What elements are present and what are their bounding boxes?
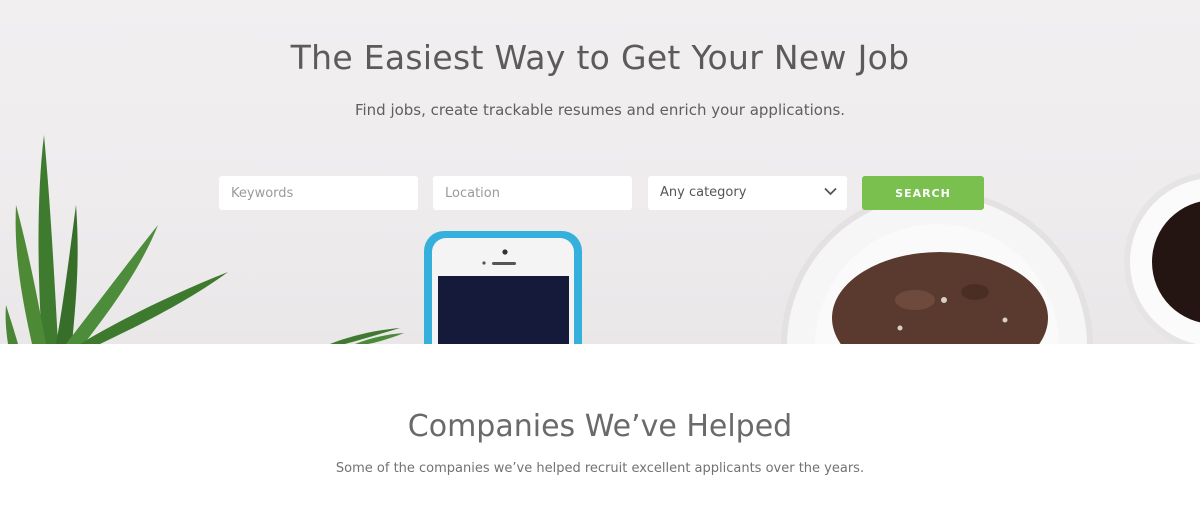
coffee-cup-image [1124, 173, 1200, 344]
companies-title: Companies We’ve Helped [407, 409, 793, 444]
location-field[interactable] [433, 176, 632, 210]
chevron-down-icon [824, 187, 837, 196]
category-select-value: Any category [660, 185, 747, 200]
hero-subtitle: Find jobs, create trackable resumes and … [354, 101, 846, 119]
hero-title: The Easiest Way to Get Your New Job [290, 38, 910, 77]
plant-image [5, 135, 404, 344]
category-select[interactable]: Any category [648, 176, 847, 210]
phone-image [424, 231, 582, 344]
search-button[interactable]: SEARCH [862, 176, 984, 210]
location-input[interactable] [445, 176, 620, 210]
cookie-plate-image [781, 190, 1093, 344]
companies-subtitle: Some of the companies we’ve helped recru… [335, 461, 865, 476]
keywords-field[interactable] [219, 176, 418, 210]
keywords-input[interactable] [231, 176, 406, 210]
hero-section: The Easiest Way to Get Your New Job Find… [0, 0, 1200, 344]
